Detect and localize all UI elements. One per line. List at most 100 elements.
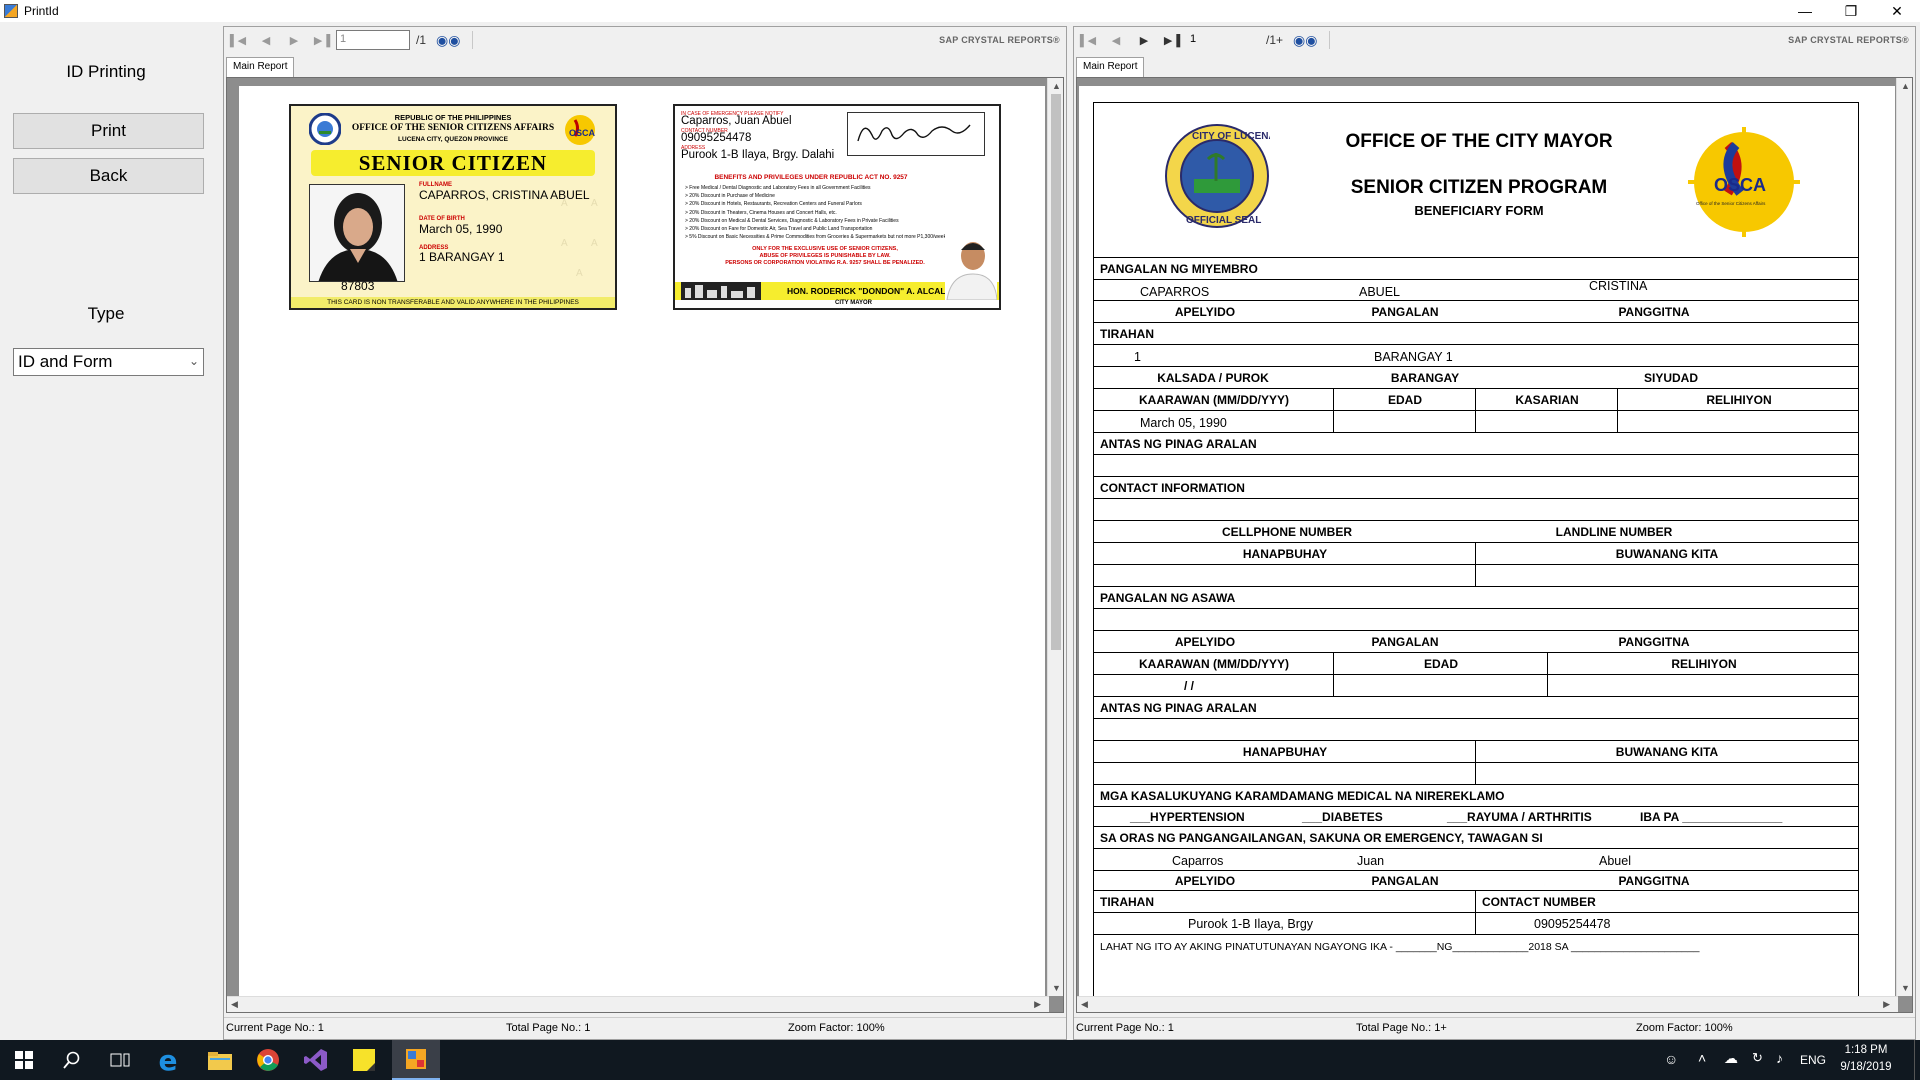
- file-explorer-icon[interactable]: [196, 1040, 244, 1080]
- ice-contact: 09095254478: [681, 132, 752, 144]
- label-kaarawan: KAARAWAN (MM/DD/YYY): [1139, 393, 1289, 407]
- tab-main-report[interactable]: Main Report: [226, 57, 295, 77]
- label-kasarian: KASARIAN: [1515, 393, 1579, 407]
- vertical-scrollbar[interactable]: ▲ ▼: [1047, 78, 1063, 996]
- type-select[interactable]: ID and Form ⌄: [13, 348, 204, 376]
- viewer-status-bar: Current Page No.: 1 Total Page No.: 1+ Z…: [1074, 1017, 1915, 1037]
- member-first: ABUEL: [1359, 285, 1400, 299]
- scroll-left-icon[interactable]: ◀: [1081, 999, 1088, 1010]
- minimize-button[interactable]: —: [1782, 0, 1828, 22]
- prev-page-icon[interactable]: ◀: [1102, 34, 1130, 47]
- report-viewer-id: ▌◀ ◀ ▶ ▶▐ 1 /1 ◉◉ SAP CRYSTAL REPORTS® M…: [223, 26, 1067, 1040]
- row-asawa-labels: APELYIDO PANGALAN PANGGITNA: [1094, 631, 1858, 653]
- printid-app-icon[interactable]: [392, 1040, 440, 1080]
- scroll-right-icon[interactable]: ▶: [1034, 999, 1041, 1010]
- maximize-button[interactable]: ❐: [1828, 0, 1874, 22]
- scroll-up-icon[interactable]: ▲: [1052, 81, 1061, 91]
- chevron-up-icon[interactable]: ˄: [1698, 1050, 1706, 1066]
- horizontal-scrollbar[interactable]: ◀ ▶: [227, 996, 1049, 1012]
- warning-block: ONLY FOR THE EXCLUSIVE USE OF SENIOR CIT…: [705, 246, 945, 267]
- member-middle: CRISTINA: [1589, 279, 1648, 293]
- sticky-notes-icon[interactable]: [340, 1040, 388, 1080]
- clock-date[interactable]: 9/18/2019: [1818, 1061, 1914, 1073]
- senior-citizen-banner: SENIOR CITIZEN: [311, 150, 595, 176]
- label-cellphone: CELLPHONE NUMBER: [1221, 525, 1353, 539]
- address-street: 1: [1134, 350, 1141, 364]
- osca-logo-text: OSCA: [1714, 175, 1766, 195]
- label-panggitna: PANGGITNA: [1618, 874, 1690, 888]
- label-pangalan: PANGALAN: [1371, 874, 1439, 888]
- benefit-item: > 20% Discount on Medical & Dental Servi…: [685, 217, 899, 224]
- zoom-status: Zoom Factor: 100%: [788, 1021, 885, 1034]
- scroll-left-icon[interactable]: ◀: [231, 999, 238, 1010]
- scroll-up-icon[interactable]: ▲: [1901, 81, 1910, 91]
- report-page: AAAAA OSCA REPUBLIC OF THE PHILIPPINES O…: [239, 86, 1045, 996]
- benefits-list: > Free Medical / Dental Diagnostic and L…: [685, 184, 965, 241]
- scroll-down-icon[interactable]: ▼: [1901, 983, 1910, 993]
- osca-logo-subtext: Office of the Senior Citizens Affairs: [1696, 201, 1766, 206]
- svg-text:A: A: [561, 238, 568, 249]
- label-relihiyon: RELIHIYON: [1706, 393, 1772, 407]
- signature-box: [847, 112, 985, 156]
- people-icon[interactable]: ☺: [1664, 1051, 1678, 1067]
- label-relihiyon: RELIHIYON: [1671, 657, 1737, 671]
- horizontal-scrollbar[interactable]: ◀ ▶: [1077, 996, 1898, 1012]
- first-page-icon[interactable]: ▌◀: [224, 34, 252, 47]
- network-wifi-icon[interactable]: ↻: [1752, 1050, 1763, 1066]
- first-page-icon[interactable]: ▌◀: [1074, 34, 1102, 47]
- last-page-icon[interactable]: ▶▐: [308, 34, 336, 47]
- tab-main-report[interactable]: Main Report: [1076, 57, 1145, 77]
- clock-time[interactable]: 1:18 PM: [1818, 1044, 1914, 1056]
- label-panggitna: PANGGITNA: [1618, 635, 1690, 649]
- onedrive-cloud-icon[interactable]: ☁: [1724, 1050, 1738, 1067]
- label-edad: EDAD: [1387, 393, 1423, 407]
- row-member-head: PANGALAN NG MIYEMBRO: [1094, 258, 1858, 280]
- row-medical-options: ___HYPERTENSION ___DIABETES ___RAYUMA / …: [1094, 807, 1858, 827]
- warning-line3: PERSONS OR CORPORATION VIOLATING R.A. 92…: [725, 260, 925, 266]
- warning-line1: ONLY FOR THE EXCLUSIVE USE OF SENIOR CIT…: [752, 246, 898, 252]
- emergency-first: Juan: [1357, 854, 1385, 868]
- signature-image: [857, 124, 971, 142]
- card-header-line1: REPUBLIC OF THE PHILIPPINES: [394, 113, 512, 122]
- prev-page-icon[interactable]: ◀: [252, 34, 280, 47]
- section-emergency: SA ORAS NG PANGANGAILANGAN, SAKUNA OR EM…: [1100, 831, 1543, 845]
- scroll-thumb[interactable]: [1051, 94, 1061, 650]
- svg-text:A: A: [591, 238, 598, 249]
- last-page-icon[interactable]: ▶▐: [1158, 34, 1186, 47]
- row-antas: ANTAS NG PINAG ARALAN: [1094, 433, 1858, 455]
- option-hypertension: ___HYPERTENSION: [1130, 810, 1245, 824]
- benefit-item: > 20% Discount in Theaters, Cinema House…: [685, 209, 837, 216]
- print-button[interactable]: Print: [13, 113, 204, 149]
- show-desktop-button[interactable]: [1914, 1040, 1920, 1080]
- mayor-portrait-icon: [945, 232, 997, 300]
- vertical-scrollbar[interactable]: ▲ ▼: [1896, 78, 1912, 996]
- next-page-icon[interactable]: ▶: [1130, 34, 1158, 47]
- binoculars-search-icon[interactable]: ◉◉: [1293, 32, 1317, 49]
- mayor-title: CITY MAYOR: [835, 300, 873, 306]
- member-address: 1 BARANGAY 1: [419, 250, 505, 264]
- back-button[interactable]: Back: [13, 158, 204, 194]
- visual-studio-icon[interactable]: [292, 1040, 340, 1080]
- page-number-input[interactable]: 1: [1186, 30, 1260, 50]
- chrome-browser-icon[interactable]: [244, 1040, 292, 1080]
- label-buwanang-kita: BUWANANG KITA: [1615, 547, 1719, 561]
- row-birth-labels: KAARAWAN (MM/DD/YYY) EDAD KASARIAN RELIH…: [1094, 389, 1858, 411]
- member-last: CAPARROS: [1140, 285, 1210, 299]
- scroll-right-icon[interactable]: ▶: [1883, 999, 1890, 1010]
- person-portrait-icon: [310, 185, 404, 281]
- task-view-icon[interactable]: [96, 1040, 144, 1080]
- close-button[interactable]: ✕: [1874, 0, 1920, 22]
- toolbar-divider: [472, 31, 474, 49]
- edge-browser-icon[interactable]: e: [144, 1040, 192, 1080]
- start-windows-icon[interactable]: [0, 1040, 48, 1080]
- binoculars-search-icon[interactable]: ◉◉: [436, 32, 460, 49]
- row-asawa-work-values: [1094, 763, 1858, 785]
- scroll-down-icon[interactable]: ▼: [1052, 983, 1061, 993]
- current-page-status: Current Page No.: 1: [226, 1021, 324, 1034]
- volume-icon[interactable]: ♪: [1776, 1050, 1783, 1066]
- next-page-icon[interactable]: ▶: [280, 34, 308, 47]
- search-icon[interactable]: [48, 1040, 96, 1080]
- page-number-input[interactable]: 1: [336, 30, 410, 50]
- benefit-item: > 20% Discount on Fare for Domestic Air,…: [685, 226, 873, 233]
- viewer-toolbar: ▌◀ ◀ ▶ ▶▐ 1 /1 ◉◉ SAP CRYSTAL REPORTS®: [224, 27, 1066, 53]
